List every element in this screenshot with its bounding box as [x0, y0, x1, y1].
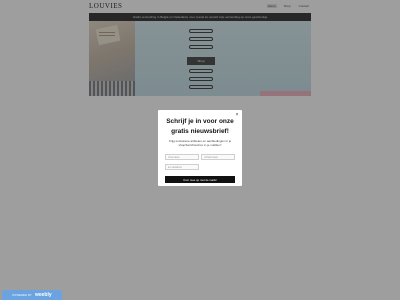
- weebly-badge[interactable]: POWERED BY weebly: [2, 290, 62, 300]
- email-field[interactable]: E-mailadres: [165, 164, 199, 170]
- modal-title: Schrijf je in voor onze gratis nieuwsbri…: [166, 118, 234, 135]
- badge-prefix: POWERED BY: [12, 293, 32, 297]
- last-name-field[interactable]: Achternaam: [201, 154, 235, 160]
- modal-description: Krijg exclusieve artikelen en aanbieding…: [168, 139, 232, 148]
- newsletter-modal: × Schrijf je in voor onze gratis nieuwsb…: [158, 110, 242, 186]
- subscribe-button[interactable]: Kom mee op met de mails!: [165, 176, 235, 183]
- first-name-field[interactable]: Voornaam: [165, 154, 199, 160]
- weebly-logo: weebly: [34, 292, 52, 298]
